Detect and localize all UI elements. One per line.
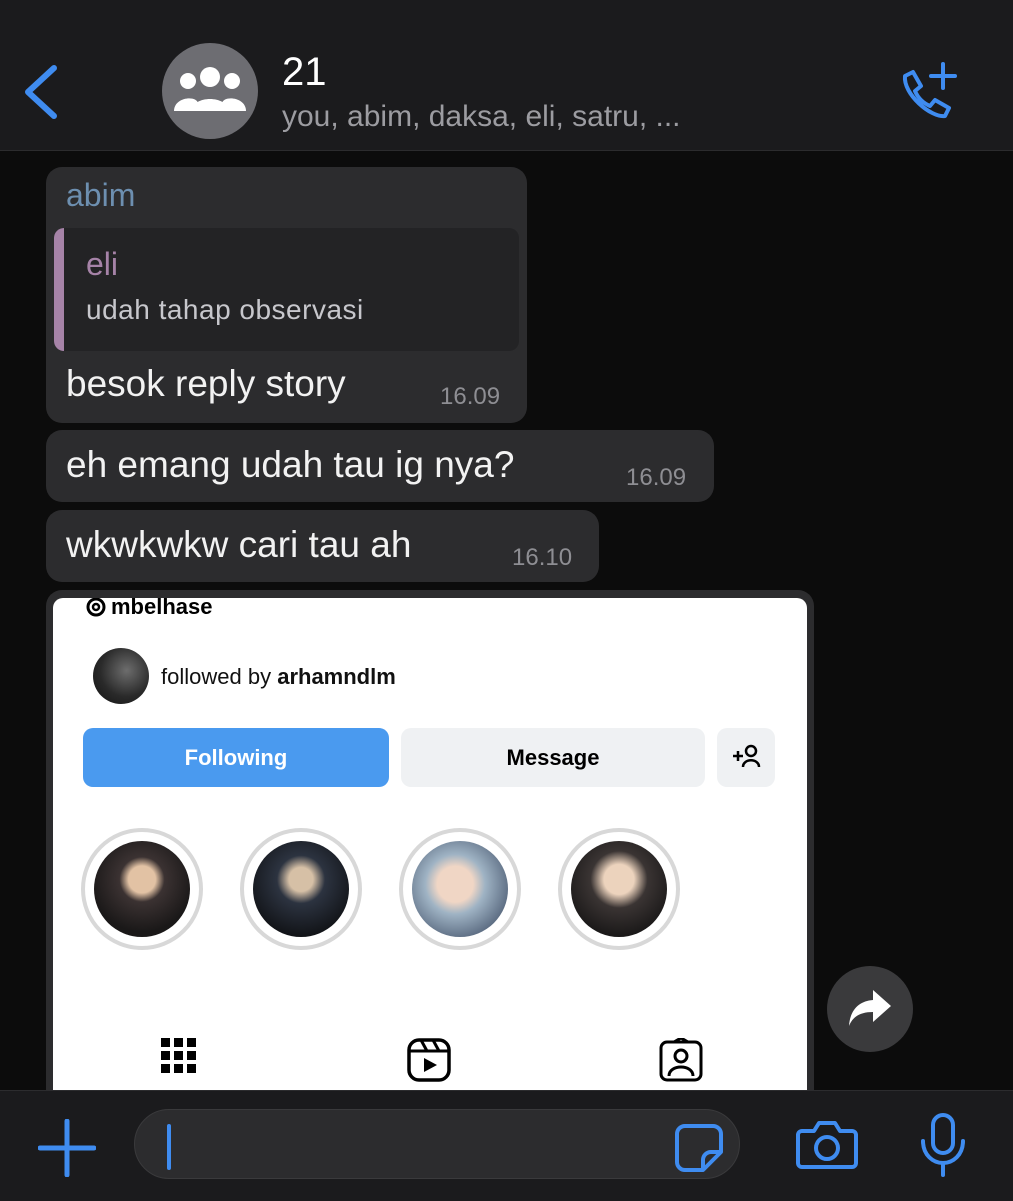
microphone-icon[interactable]: [918, 1113, 968, 1177]
instagram-screenshot[interactable]: mbelhase followed by arhamndlm Following…: [53, 598, 807, 1110]
share-forward-icon: [849, 990, 891, 1026]
quoted-reply[interactable]: eli udah tahap observasi: [54, 228, 519, 351]
story-highlight: [399, 828, 521, 950]
threads-icon: [86, 598, 106, 617]
back-button[interactable]: [18, 62, 66, 122]
message-input[interactable]: [134, 1109, 740, 1179]
message-bubble[interactable]: wkwkwkw cari tau ah 16.10: [46, 510, 599, 582]
highlight-photo: [412, 841, 508, 937]
highlight-photo: [253, 841, 349, 937]
message-bubble[interactable]: eh emang udah tau ig nya? 16.09: [46, 430, 714, 502]
chat-members[interactable]: you, abim, daksa, eli, satru, ...: [282, 100, 681, 134]
followed-by-text: followed by arhamndlm: [161, 664, 396, 690]
chat-header: 21 you, abim, daksa, eli, satru, ...: [0, 0, 1013, 151]
plus-icon[interactable]: [38, 1119, 96, 1177]
followed-by-prefix: followed by: [161, 664, 272, 689]
message-text: eh emang udah tau ig nya?: [66, 444, 515, 485]
story-highlight: [558, 828, 680, 950]
message-bubble[interactable]: abim eli udah tahap observasi besok repl…: [46, 167, 527, 423]
highlight-photo: [94, 841, 190, 937]
message-text: wkwkwkw cari tau ah: [66, 524, 412, 565]
avatar: [93, 648, 149, 704]
story-highlight: [81, 828, 203, 950]
message-time: 16.09: [440, 383, 501, 410]
message-time: 16.10: [512, 544, 573, 571]
group-avatar[interactable]: [162, 43, 258, 139]
story-highlight: [240, 828, 362, 950]
chevron-left-icon: [25, 65, 57, 119]
add-call-button[interactable]: [893, 60, 963, 126]
quoted-sender: eli: [86, 246, 119, 282]
message-input-bar: [0, 1090, 1013, 1201]
message-time: 16.09: [626, 464, 687, 491]
phone-add-icon: [902, 62, 957, 119]
tagged-icon: [659, 1038, 703, 1082]
text-caret: [167, 1124, 171, 1170]
ig-username: mbelhase: [111, 598, 213, 619]
highlight-photo: [571, 841, 667, 937]
message-button: Message: [401, 728, 705, 787]
image-message[interactable]: mbelhase followed by arhamndlm Following…: [46, 590, 814, 1110]
forward-button[interactable]: [827, 966, 913, 1052]
group-icon: [174, 67, 246, 111]
add-user-button: [717, 728, 775, 787]
reels-icon: [407, 1038, 451, 1082]
camera-icon[interactable]: [796, 1119, 858, 1169]
following-button: Following: [83, 728, 389, 787]
sticker-icon[interactable]: [673, 1122, 725, 1174]
message-text: besok reply story: [66, 363, 346, 404]
quote-bar: [54, 228, 64, 351]
add-user-icon: [733, 744, 761, 768]
grid-icon: [161, 1038, 196, 1073]
followed-by-user: arhamndlm: [277, 664, 396, 689]
quoted-text: udah tahap observasi: [86, 294, 364, 325]
chat-title[interactable]: 21: [282, 50, 327, 95]
message-sender: abim: [66, 177, 136, 213]
